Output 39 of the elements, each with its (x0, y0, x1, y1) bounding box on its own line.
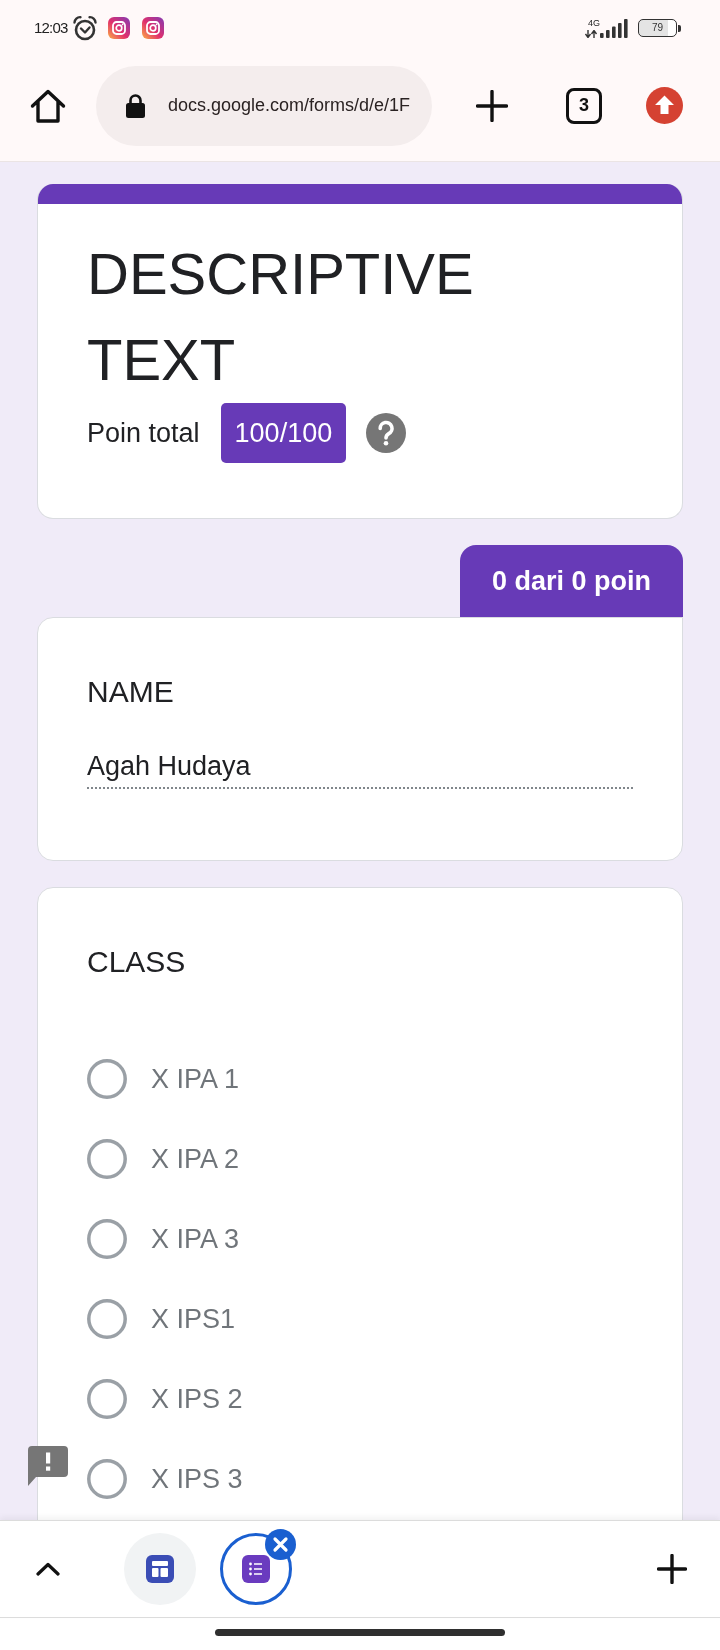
points-label: Poin total (87, 417, 200, 449)
network-type-label: 4G (588, 18, 600, 28)
answer-field[interactable]: Agah Hudaya (87, 745, 633, 789)
feedback-icon[interactable] (28, 1446, 68, 1486)
lock-icon (125, 93, 146, 118)
radio-button[interactable] (87, 1299, 127, 1339)
data-transfer-icon (585, 29, 598, 38)
option-label: X IPS 3 (151, 1463, 243, 1495)
option-label: X IPS1 (151, 1303, 236, 1335)
question-title: CLASS (87, 944, 186, 980)
radio-button[interactable] (87, 1139, 127, 1179)
status-time: 12:03 (34, 18, 68, 38)
radio-button[interactable] (87, 1219, 127, 1259)
option-label: X IPA 2 (151, 1143, 240, 1175)
layout-icon (146, 1555, 174, 1583)
radio-button[interactable] (87, 1059, 127, 1099)
alarm-clock-icon (71, 15, 98, 41)
plus-icon[interactable] (657, 1554, 687, 1584)
radio-button[interactable] (87, 1459, 127, 1499)
plus-icon[interactable] (476, 89, 508, 122)
help-icon[interactable] (366, 413, 407, 453)
option-label: X IPS 2 (151, 1383, 243, 1415)
close-icon[interactable] (265, 1529, 296, 1560)
points-badge: 100/100 (220, 403, 347, 463)
question-title: NAME (87, 674, 174, 710)
camera-app-icon (141, 17, 164, 39)
option-label: X IPA 3 (151, 1223, 240, 1255)
question-score: 0 dari 0 poin (459, 545, 683, 617)
signal-icon (600, 18, 628, 38)
radio-button[interactable] (87, 1379, 127, 1419)
battery-indicator: 79 (638, 19, 681, 37)
camera-app-icon (107, 17, 130, 39)
caret-up-icon[interactable] (36, 1562, 60, 1576)
tab-count-button[interactable]: 3 (566, 87, 602, 124)
address-bar[interactable]: docs.google.com/forms/d/e/1F (96, 65, 432, 146)
home-icon[interactable] (30, 87, 66, 124)
list-icon (242, 1555, 270, 1583)
option-label: X IPA 1 (151, 1063, 240, 1095)
form-title: DESCRIPTIVE TEXT (87, 240, 475, 394)
